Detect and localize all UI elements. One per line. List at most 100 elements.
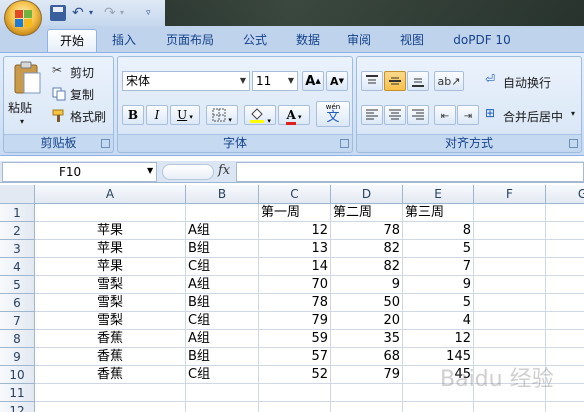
- cell-a11[interactable]: [35, 384, 186, 402]
- tab-review[interactable]: 审阅: [340, 29, 378, 52]
- column-header-b[interactable]: B: [186, 185, 259, 204]
- cell-d3[interactable]: 82: [331, 240, 403, 258]
- cell-d2[interactable]: 78: [331, 222, 403, 240]
- cell-a6[interactable]: 雪梨: [35, 294, 186, 312]
- font-color-button[interactable]: A ▾: [278, 105, 310, 125]
- cell-b7[interactable]: C组: [186, 312, 259, 330]
- cell-c10[interactable]: 52: [259, 366, 331, 384]
- cell-b9[interactable]: B组: [186, 348, 259, 366]
- undo-dropdown-icon[interactable]: ▾: [89, 5, 97, 21]
- cell-f7[interactable]: [474, 312, 546, 330]
- cell-d11[interactable]: [331, 384, 403, 402]
- tab-data[interactable]: 数据: [289, 29, 327, 52]
- fill-color-button[interactable]: ▾: [244, 105, 276, 125]
- tab-formulas[interactable]: 公式: [236, 29, 274, 52]
- cell-a12[interactable]: [35, 402, 186, 412]
- merge-center-button[interactable]: ⊞ 合并后居中 ▾: [485, 105, 581, 125]
- cell-d10[interactable]: 79: [331, 366, 403, 384]
- row-header-6[interactable]: 6: [0, 294, 35, 312]
- name-box[interactable]: F10: [2, 162, 157, 182]
- cell-f6[interactable]: [474, 294, 546, 312]
- cell-g4[interactable]: [546, 258, 584, 276]
- align-bottom-button[interactable]: [407, 71, 429, 91]
- tab-dopdf[interactable]: doPDF 10: [446, 29, 518, 52]
- formula-input[interactable]: [236, 162, 584, 182]
- cell-d12[interactable]: [331, 402, 403, 412]
- cell-b12[interactable]: [186, 402, 259, 412]
- cell-g5[interactable]: [546, 276, 584, 294]
- cell-d8[interactable]: 35: [331, 330, 403, 348]
- cell-a1[interactable]: [35, 204, 186, 222]
- cell-e3[interactable]: 5: [403, 240, 474, 258]
- cell-c11[interactable]: [259, 384, 331, 402]
- cell-f5[interactable]: [474, 276, 546, 294]
- cell-g2[interactable]: [546, 222, 584, 240]
- cell-b3[interactable]: B组: [186, 240, 259, 258]
- cell-c12[interactable]: [259, 402, 331, 412]
- select-all-corner[interactable]: [0, 185, 35, 204]
- cell-b1[interactable]: [186, 204, 259, 222]
- decrease-indent-button[interactable]: ⇤: [434, 105, 456, 125]
- borders-button[interactable]: ▾: [206, 105, 238, 125]
- cell-a3[interactable]: 苹果: [35, 240, 186, 258]
- cell-b2[interactable]: A组: [186, 222, 259, 240]
- tab-page-layout[interactable]: 页面布局: [158, 29, 222, 52]
- cell-d5[interactable]: 9: [331, 276, 403, 294]
- cell-d4[interactable]: 82: [331, 258, 403, 276]
- cell-a7[interactable]: 雪梨: [35, 312, 186, 330]
- cell-g3[interactable]: [546, 240, 584, 258]
- cell-c9[interactable]: 57: [259, 348, 331, 366]
- row-header-2[interactable]: 2: [0, 222, 35, 240]
- cell-e2[interactable]: 8: [403, 222, 474, 240]
- cell-f1[interactable]: [474, 204, 546, 222]
- cell-c1[interactable]: 第一周: [259, 204, 331, 222]
- row-header-10[interactable]: 10: [0, 366, 35, 384]
- alignment-launcher-icon[interactable]: [569, 139, 578, 148]
- chevron-down-icon[interactable]: ▼: [147, 166, 153, 175]
- cell-b4[interactable]: C组: [186, 258, 259, 276]
- cell-a2[interactable]: 苹果: [35, 222, 186, 240]
- column-header-g[interactable]: G: [546, 185, 584, 204]
- column-header-c[interactable]: C: [259, 185, 331, 204]
- row-header-4[interactable]: 4: [0, 258, 35, 276]
- copy-button[interactable]: 复制: [52, 85, 112, 103]
- cell-a4[interactable]: 苹果: [35, 258, 186, 276]
- align-left-button[interactable]: [361, 105, 383, 125]
- row-header-7[interactable]: 7: [0, 312, 35, 330]
- cell-g8[interactable]: [546, 330, 584, 348]
- align-right-button[interactable]: [407, 105, 429, 125]
- font-name-combo[interactable]: 宋体 ▼: [122, 71, 250, 91]
- column-header-e[interactable]: E: [403, 185, 474, 204]
- cell-d6[interactable]: 50: [331, 294, 403, 312]
- grow-font-button[interactable]: A▲: [302, 71, 324, 91]
- redo-icon[interactable]: ↷: [104, 5, 120, 21]
- cell-a9[interactable]: 香蕉: [35, 348, 186, 366]
- cell-f3[interactable]: [474, 240, 546, 258]
- paste-button[interactable]: 粘贴 ▾: [8, 61, 46, 131]
- tab-view[interactable]: 视图: [393, 29, 431, 52]
- row-header-8[interactable]: 8: [0, 330, 35, 348]
- align-center-button[interactable]: [384, 105, 406, 125]
- format-painter-button[interactable]: 格式刷: [52, 107, 114, 125]
- cell-e4[interactable]: 7: [403, 258, 474, 276]
- cell-b8[interactable]: A组: [186, 330, 259, 348]
- font-launcher-icon[interactable]: [340, 139, 349, 148]
- row-header-1[interactable]: 1: [0, 204, 35, 222]
- cell-g6[interactable]: [546, 294, 584, 312]
- customize-toolbar-icon[interactable]: ▿: [146, 5, 156, 21]
- insert-function-icon[interactable]: fx: [218, 163, 230, 178]
- cut-button[interactable]: ✂ 剪切: [52, 63, 112, 81]
- row-header-11[interactable]: 11: [0, 384, 35, 402]
- cell-f8[interactable]: [474, 330, 546, 348]
- bold-button[interactable]: B: [122, 105, 144, 125]
- cell-e5[interactable]: 9: [403, 276, 474, 294]
- cell-b5[interactable]: A组: [186, 276, 259, 294]
- row-header-5[interactable]: 5: [0, 276, 35, 294]
- cell-e8[interactable]: 12: [403, 330, 474, 348]
- cell-f2[interactable]: [474, 222, 546, 240]
- column-header-a[interactable]: A: [35, 185, 186, 204]
- orientation-button[interactable]: ab↗: [434, 71, 464, 91]
- cell-g7[interactable]: [546, 312, 584, 330]
- cell-b10[interactable]: C组: [186, 366, 259, 384]
- formula-expand-handle[interactable]: [162, 164, 214, 180]
